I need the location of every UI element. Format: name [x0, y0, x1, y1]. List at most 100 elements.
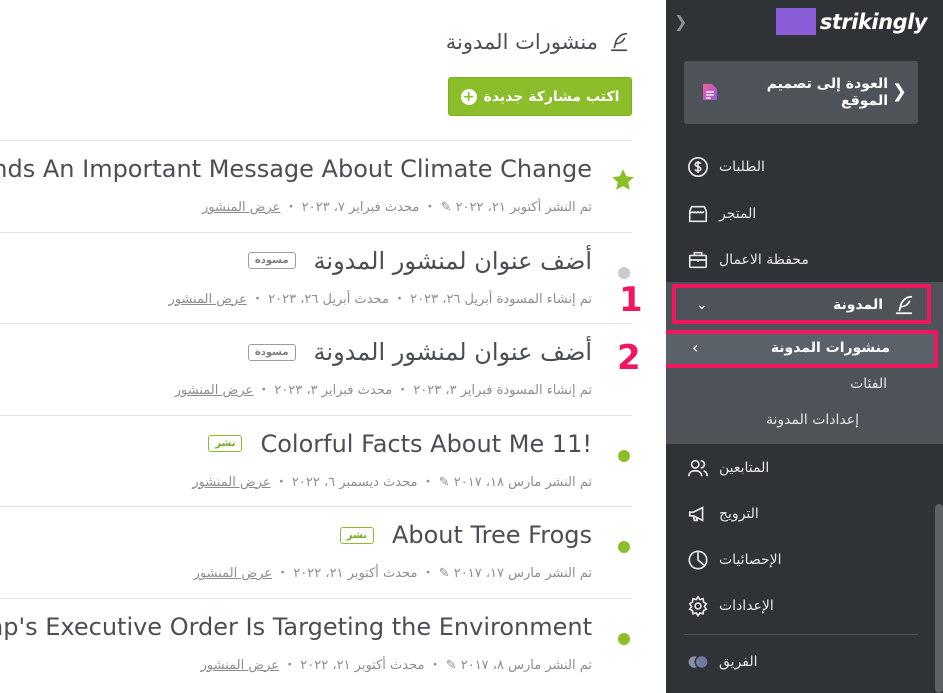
document-icon: [703, 84, 717, 100]
sidebar-item-label: الإعدادات: [719, 598, 774, 614]
post-row[interactable]: Colorful Facts About Me 11! نشر تم النشر…: [0, 414, 632, 507]
post-title[interactable]: Sends An Important Message About Climate…: [0, 155, 592, 183]
dollar-circle-icon: [687, 156, 709, 178]
post-title-line: About Tree Frogs نشر: [339, 521, 592, 549]
status-badge: مسودة: [247, 252, 296, 269]
post-meta-text: تم النشر أكتوبر ٢١، ٢٠٢٢ ✎ ・ محدث فبراير…: [280, 200, 592, 215]
sidebar-item-label: منشورات المدونة: [770, 340, 890, 356]
back-to-site-design-button[interactable]: العودة إلى تصميم الموقع ❯: [684, 61, 918, 124]
status-dot-published: [618, 632, 630, 645]
sidebar: ❯ strikingly العودة إلى تصميم الموقع ❯ ا…: [666, 0, 943, 693]
sidebar-item-categories[interactable]: الفئات: [850, 376, 887, 392]
post-meta-text: تم إنشاء المسودة فبراير ٣، ٢٠٢٣ ・ محدث ف…: [253, 383, 592, 398]
post-row[interactable]: Sends An Important Message About Climate…: [0, 140, 634, 232]
post-meta-text: تم النشر مارس ١٨، ٢٠١٧ ✎ ・ محدث ديسمبر ٦…: [270, 474, 592, 490]
post-meta: تم النشر مارس ١٧، ٢٠١٧ ✎ ・ محدث أكتوبر ٢…: [194, 562, 592, 581]
brand[interactable]: strikingly: [775, 8, 928, 35]
post-title-line: ump's Executive Order Is Targeting the E…: [0, 613, 592, 641]
post-row[interactable]: أضف عنوان لمنشور المدونة مسودة تم إنشاء …: [0, 231, 632, 324]
pie-chart-icon: [687, 549, 709, 571]
post-title[interactable]: ump's Executive Order Is Targeting the E…: [0, 613, 592, 641]
star-icon[interactable]: [610, 167, 636, 193]
status-dot-draft: [618, 266, 630, 279]
status-dot-published: [618, 449, 630, 462]
post-title[interactable]: About Tree Frogs: [392, 521, 592, 549]
sidebar-item-label: الطلبات: [719, 159, 765, 175]
post-meta: تم إنشاء المسودة فبراير ٣، ٢٠٢٣ ・ محدث ف…: [175, 379, 592, 398]
sidebar-item-store[interactable]: المتجر: [687, 199, 917, 229]
briefcase-icon: [687, 249, 709, 271]
view-post-link[interactable]: عرض المنشور: [175, 383, 253, 398]
post-title-line: Colorful Facts About Me 11! نشر: [208, 430, 592, 458]
app-root: منشورات المدونة + اكتب مشاركة جديدة Send…: [0, 0, 943, 693]
view-post-link[interactable]: عرض المنشور: [201, 658, 279, 673]
view-post-link[interactable]: عرض المنشور: [192, 475, 270, 490]
post-title-line: Sends An Important Message About Climate…: [0, 155, 592, 183]
sidebar-item-label: المدونة: [833, 297, 883, 313]
sidebar-item-blog-posts[interactable]: منشورات المدونة ‹: [666, 330, 938, 368]
team-avatar-icon: [687, 651, 709, 673]
new-post-label: اكتب مشاركة جديدة: [483, 88, 620, 105]
post-title[interactable]: Colorful Facts About Me 11!: [260, 430, 592, 458]
post-meta-text: تم النشر مارس ١٧، ٢٠١٧ ✎ ・ محدث أكتوبر ٢…: [272, 566, 592, 581]
feather-pen-icon: [610, 32, 628, 52]
view-post-link[interactable]: عرض المنشور: [194, 566, 272, 581]
post-meta: تم إنشاء المسودة أبريل ٢٦، ٢٠٢٣ ・ محدث أ…: [168, 288, 592, 307]
sidebar-item-portfolio[interactable]: محفظة الاعمال: [687, 245, 917, 275]
blog-section: المدونة ⌄ منشورات المدونة ‹ الفئات إعداد…: [666, 282, 943, 444]
post-list: Sends An Important Message About Climate…: [0, 140, 634, 690]
page-header: منشورات المدونة: [446, 30, 630, 54]
sidebar-divider: [684, 634, 918, 635]
post-row[interactable]: About Tree Frogs نشر تم النشر مارس ١٧، ٢…: [0, 506, 632, 598]
sidebar-item-blog-settings[interactable]: إعدادات المدونة: [766, 412, 859, 428]
feather-pen-icon: [895, 295, 913, 315]
megaphone-icon: [687, 503, 709, 525]
new-post-button[interactable]: + اكتب مشاركة جديدة: [448, 77, 632, 116]
chevron-right-icon: ❯: [891, 81, 907, 102]
sidebar-item-label: الترويج: [719, 506, 759, 522]
gear-icon: [687, 595, 709, 617]
sidebar-item-followers[interactable]: المتابعين: [687, 453, 917, 483]
main-content: منشورات المدونة + اكتب مشاركة جديدة Send…: [0, 0, 666, 693]
status-dot-published: [618, 541, 630, 553]
status-badge: مسودة: [247, 343, 296, 361]
sidebar-item-blog[interactable]: المدونة ⌄: [672, 284, 931, 324]
status-badge: نشر: [339, 526, 374, 544]
brand-name: strikingly: [819, 9, 928, 34]
step-marker-1: 1: [619, 280, 643, 320]
post-title-line: أضف عنوان لمنشور المدونة مسودة: [247, 247, 592, 275]
sidebar-item-label: الإحصائيات: [719, 552, 782, 568]
page-title: منشورات المدونة: [445, 30, 598, 54]
sidebar-item-team[interactable]: الفريق: [687, 647, 917, 677]
chevron-left-icon: ‹: [692, 338, 699, 357]
view-post-link[interactable]: عرض المنشور: [168, 292, 246, 307]
post-row[interactable]: ump's Executive Order Is Targeting the E…: [0, 597, 632, 690]
post-title-line: أضف عنوان لمنشور المدونة مسودة: [247, 338, 592, 366]
post-meta: تم النشر مارس ٨، ٢٠١٧ ✎ ・ محدث أكتوبر ٢١…: [201, 654, 592, 673]
back-label: العودة إلى تصميم الموقع: [766, 76, 888, 109]
sidebar-scrollbar[interactable]: [935, 504, 943, 693]
post-title[interactable]: أضف عنوان لمنشور المدونة: [314, 338, 592, 366]
chevron-down-icon: ⌄: [696, 297, 708, 313]
post-meta: تم النشر مارس ١٨، ٢٠١٧ ✎ ・ محدث ديسمبر ٦…: [192, 471, 592, 490]
post-meta-text: تم النشر مارس ٨، ٢٠١٧ ✎ ・ محدث أكتوبر ٢١…: [279, 657, 592, 673]
post-row[interactable]: أضف عنوان لمنشور المدونة مسودة تم إنشاء …: [0, 323, 632, 415]
brand-logo: [775, 8, 816, 35]
sidebar-item-label: محفظة الاعمال: [719, 252, 809, 268]
sidebar-item-promotion[interactable]: الترويج: [687, 499, 917, 529]
sidebar-item-orders[interactable]: الطلبات: [687, 152, 917, 182]
sidebar-item-label: المتابعين: [719, 460, 770, 476]
view-post-link[interactable]: عرض المنشور: [202, 200, 280, 215]
store-icon: [687, 203, 709, 225]
plus-circle-icon: +: [460, 88, 477, 105]
post-meta-text: تم إنشاء المسودة أبريل ٢٦، ٢٠٢٣ ・ محدث أ…: [246, 291, 592, 307]
post-title[interactable]: أضف عنوان لمنشور المدونة: [314, 247, 592, 275]
sidebar-item-label: الفريق: [719, 654, 758, 670]
sidebar-item-stats[interactable]: الإحصائيات: [687, 545, 917, 575]
users-icon: [687, 457, 709, 479]
status-badge: نشر: [208, 435, 243, 452]
sidebar-item-label: المتجر: [719, 206, 757, 222]
post-meta: تم النشر أكتوبر ٢١، ٢٠٢٢ ✎ ・ محدث فبراير…: [202, 196, 592, 215]
sidebar-item-settings[interactable]: الإعدادات: [687, 591, 917, 621]
collapse-chevron-icon[interactable]: ❯: [674, 12, 687, 31]
